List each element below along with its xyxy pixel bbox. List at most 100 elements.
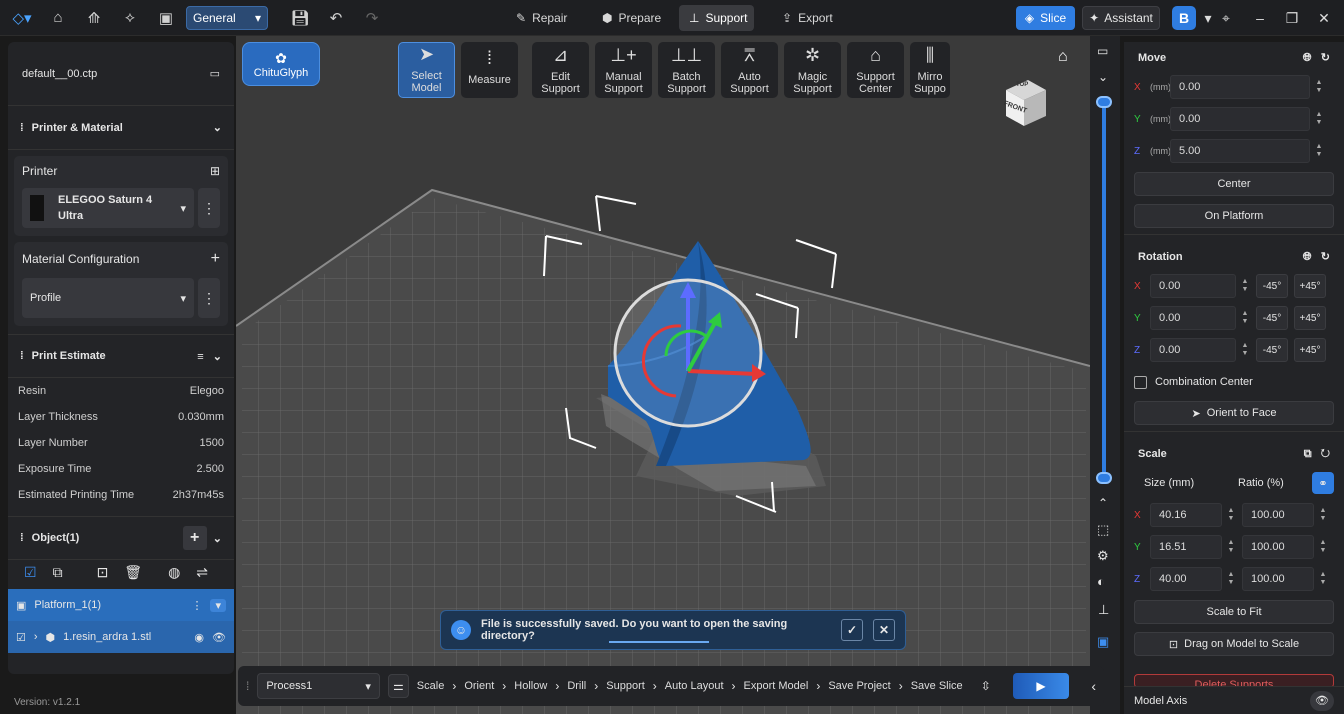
tab-support[interactable]: ⊥ Support	[679, 5, 754, 31]
tab-export[interactable]: ⇪ Export	[772, 5, 843, 31]
chevron-down-icon[interactable]: ⌄	[1098, 70, 1108, 84]
link-icon[interactable]: ⚭	[1312, 472, 1334, 494]
chevron-left-icon[interactable]: ‹	[1091, 678, 1096, 694]
reset-icon[interactable]: ↻	[1321, 251, 1330, 263]
chevron-down-icon[interactable]: ⌄	[213, 351, 222, 363]
objects-header[interactable]: ⁞ Object(1) + ⌄	[8, 516, 234, 560]
frame-icon[interactable]: ▣	[1097, 634, 1109, 650]
step-orient[interactable]: Orient	[464, 680, 494, 692]
filter-icon[interactable]: ⇌	[196, 564, 208, 581]
copy-icon[interactable]: ⧉	[1304, 448, 1312, 460]
ratio-y-input[interactable]: 100.00	[1242, 535, 1314, 559]
list-icon[interactable]: ≡	[197, 351, 203, 363]
tool-edit-support[interactable]: ⊿ Edit Support	[532, 42, 589, 98]
confirm-icon[interactable]: ✓	[841, 619, 863, 641]
rotate-plus-button[interactable]: +45°	[1294, 274, 1326, 298]
slider-top-handle[interactable]	[1096, 96, 1112, 108]
ratio-z-input[interactable]: 100.00	[1242, 567, 1314, 591]
size-z-input[interactable]: 40.00	[1150, 567, 1222, 591]
arrange-icon[interactable]: ⊡	[97, 564, 109, 581]
stepper-icon[interactable]: ▲ ▼	[1240, 278, 1250, 294]
reset-icon[interactable]: ↻	[1321, 448, 1330, 460]
step-auto-layout[interactable]: Auto Layout	[665, 680, 724, 692]
chevron-down-icon[interactable]: ▾	[210, 598, 226, 612]
reset-icon[interactable]: ↻	[1321, 52, 1330, 64]
chevron-up-icon[interactable]: ⌃	[1098, 496, 1108, 510]
step-hollow[interactable]: Hollow	[514, 680, 547, 692]
stepper-icon[interactable]: ▲ ▼	[1314, 111, 1324, 127]
close-icon[interactable]: ✕	[1312, 6, 1336, 30]
stepper-icon[interactable]: ▲ ▼	[1318, 507, 1328, 523]
tool-magic-support[interactable]: ✲ Magic Support	[784, 42, 841, 98]
more-icon[interactable]: ⋮	[191, 599, 202, 612]
on-platform-button[interactable]: On Platform	[1134, 204, 1334, 228]
maximize-icon[interactable]: ❐	[1280, 6, 1304, 30]
stepper-icon[interactable]: ▲ ▼	[1314, 143, 1324, 159]
stepper-icon[interactable]: ▲ ▼	[1226, 507, 1236, 523]
step-support[interactable]: Support	[606, 680, 645, 692]
chituglyph-button[interactable]: ✿ ChituGlyph	[242, 42, 320, 86]
settings-sliders-icon[interactable]: ⚌	[387, 674, 409, 698]
tool-batch-support[interactable]: ⊥⊥ Batch Support	[658, 42, 715, 98]
rotation-x-input[interactable]: 0.00	[1150, 274, 1236, 298]
stepper-icon[interactable]: ▲ ▼	[1318, 539, 1328, 555]
rotation-y-input[interactable]: 0.00	[1150, 306, 1236, 330]
panel-toggle-icon[interactable]: ▭	[1097, 44, 1108, 58]
ratio-x-input[interactable]: 100.00	[1242, 503, 1314, 527]
scale-to-fit-button[interactable]: Scale to Fit	[1134, 600, 1334, 624]
combination-center-row[interactable]: Combination Center	[1124, 369, 1344, 395]
process-select[interactable]: Process1 ▾	[257, 673, 380, 699]
add-object-icon[interactable]: +	[182, 526, 207, 550]
pin-icon[interactable]: ⌖	[1214, 6, 1238, 30]
profile-more-icon[interactable]: ⋮	[198, 278, 220, 318]
rotate-minus-button[interactable]: -45°	[1256, 306, 1288, 330]
stepper-icon[interactable]: ▲ ▼	[1226, 539, 1236, 555]
platform-row[interactable]: ▣ Platform_1(1) ⋮ ▾	[8, 589, 234, 621]
layer-slider[interactable]	[1102, 102, 1106, 480]
drag-to-scale-button[interactable]: ⊡ Drag on Model to Scale	[1134, 632, 1334, 656]
rotate-plus-button[interactable]: +45°	[1294, 338, 1326, 362]
rotate-minus-button[interactable]: -45°	[1256, 274, 1288, 298]
eye-icon[interactable]: 👁︎	[1310, 690, 1334, 711]
size-x-input[interactable]: 40.16	[1150, 503, 1222, 527]
select-all-checkbox[interactable]: ☑	[24, 564, 37, 581]
globe-icon[interactable]: 🌐︎	[1303, 52, 1312, 64]
save-icon[interactable]: 💾︎	[286, 4, 314, 32]
close-icon[interactable]: ✕	[873, 619, 895, 641]
tool-auto-support[interactable]: ⩞ Auto Support	[721, 42, 778, 98]
checkbox-icon[interactable]: ☑	[16, 631, 26, 644]
step-save-slice[interactable]: Save Slice	[911, 680, 963, 692]
tool-manual-support[interactable]: ⊥+ Manual Support	[595, 42, 652, 98]
move-x-input[interactable]: 0.00	[1170, 75, 1310, 99]
stepper-icon[interactable]: ▲ ▼	[1240, 342, 1250, 358]
assistant-button[interactable]: ✦ Assistant	[1082, 6, 1160, 30]
stepper-icon[interactable]: ▲ ▼	[1240, 310, 1250, 326]
cube-view-icon[interactable]: ⬚	[1097, 522, 1109, 538]
network-icon[interactable]: ⟡	[116, 4, 144, 32]
step-export-model[interactable]: Export Model	[744, 680, 809, 692]
step-save-project[interactable]: Save Project	[828, 680, 890, 692]
brand-menu-button[interactable]: B	[1172, 6, 1196, 30]
step-drill[interactable]: Drill	[567, 680, 586, 692]
gear-icon[interactable]: ⚙︎	[1097, 548, 1109, 564]
model-row[interactable]: ☑ › ⬢ 1.resin_ardra 1.stl ◉ 👁︎	[8, 621, 234, 653]
rotate-plus-button[interactable]: +45°	[1294, 306, 1326, 330]
view-cube[interactable]: TOP FRONT	[1002, 76, 1050, 126]
chevron-down-icon[interactable]: ⌄	[213, 121, 222, 134]
layers-icon[interactable]: ⟰	[80, 4, 108, 32]
profile-select[interactable]: Profile ▾	[22, 278, 194, 318]
trash-icon[interactable]: 🗑︎	[124, 564, 142, 581]
tool-select-model[interactable]: ➤ Select Model	[398, 42, 455, 98]
move-y-input[interactable]: 0.00	[1170, 107, 1310, 131]
center-button[interactable]: Center	[1134, 172, 1334, 196]
step-scale[interactable]: Scale	[417, 680, 445, 692]
plus-icon[interactable]: +	[211, 250, 220, 268]
tool-support-center[interactable]: ⌂ Support Center	[847, 42, 904, 98]
size-y-input[interactable]: 16.51	[1150, 535, 1222, 559]
printer-more-icon[interactable]: ⋮	[198, 188, 220, 228]
sidebar-toggle-icon[interactable]: ▭	[210, 67, 220, 80]
eye-icon[interactable]: 👁︎	[212, 631, 226, 644]
home-icon[interactable]: ⌂	[44, 4, 72, 32]
target-icon[interactable]: ◉	[194, 631, 204, 644]
home-view-icon[interactable]: ⌂	[1058, 48, 1068, 66]
